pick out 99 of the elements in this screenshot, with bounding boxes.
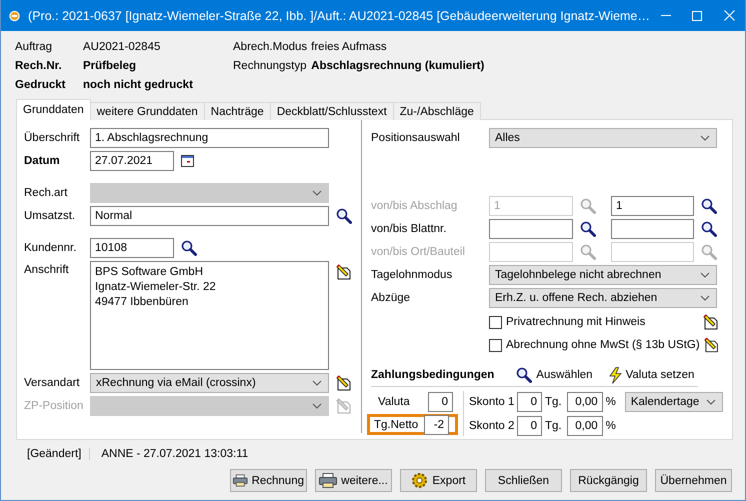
field-label: von/bis Abschlag xyxy=(371,200,458,212)
chevron-icon xyxy=(700,272,710,278)
tab[interactable]: Nachträge xyxy=(204,102,271,120)
checkbox[interactable] xyxy=(489,316,502,328)
checkbox-label[interactable]: Privatrechnung mit Hinweis xyxy=(506,316,699,328)
printer-icon xyxy=(233,473,248,488)
link-button[interactable]: Valuta setzen xyxy=(608,366,694,384)
printer-icon xyxy=(319,473,338,488)
edit-icon[interactable] xyxy=(704,337,719,353)
dialog-button[interactable]: Export xyxy=(400,469,477,492)
field-label: Abzüge xyxy=(371,292,412,304)
chevron-icon xyxy=(312,190,322,196)
dialog-button[interactable]: Rechnung xyxy=(230,469,307,492)
search-icon xyxy=(580,244,596,260)
window-title: (Pro.: 2021-0637 [Ignatz-Wiemeler-Straße 22, Ibb. ]/Auft.: AU2021-02845 [Gebäudeerweiterung Ignatz-Wieme… xyxy=(28,8,650,22)
info-value: freies Aufmass xyxy=(311,40,388,52)
search-icon[interactable] xyxy=(701,198,717,214)
field-label: Skonto 2 xyxy=(469,420,514,432)
dialog-button[interactable]: Übernehmen xyxy=(655,469,732,492)
info-value: AU2021-02845 xyxy=(83,40,162,52)
search-icon xyxy=(580,198,596,214)
chevron-icon xyxy=(706,398,716,404)
unit-label: Tg. xyxy=(545,396,562,408)
edit-icon[interactable] xyxy=(336,375,352,391)
field-label: Skonto 1 xyxy=(469,396,514,408)
checkbox-label[interactable]: Abrechnung ohne MwSt (§ 13b UStG) xyxy=(506,339,700,351)
dropdown[interactable]: xRechnung via eMail (crossinx) xyxy=(90,373,329,393)
dropdown[interactable]: Kalendertage xyxy=(624,392,723,412)
address-field[interactable]: BPS Software GmbH Ignatz-Wiemeler-Str. 22 49477 Ibbenbüren xyxy=(90,261,329,370)
tab[interactable]: Grunddaten xyxy=(16,99,91,120)
unit-label: % xyxy=(606,420,616,432)
section-title: Zahlungsbedingungen xyxy=(371,369,494,381)
number-field[interactable]: 0 xyxy=(517,416,542,436)
search-icon[interactable] xyxy=(701,221,717,237)
dropdown[interactable]: Alles xyxy=(489,128,717,148)
search-icon[interactable] xyxy=(181,240,197,256)
info-label: Abrech.Modus xyxy=(233,40,308,52)
dropdown[interactable]: Erh.Z. u. offene Rech. abziehen xyxy=(489,288,717,308)
info-label: Rech.Nr. xyxy=(15,60,63,72)
text-field[interactable]: 10108 xyxy=(90,238,174,258)
field-label: ZP-Position xyxy=(24,400,84,412)
field-label: Rech.art xyxy=(24,187,68,199)
search-icon[interactable] xyxy=(580,221,596,237)
field-label: Datum xyxy=(24,155,61,167)
chevron-icon xyxy=(312,380,322,386)
text-field[interactable]: 1. Abschlagsrechnung xyxy=(90,128,329,148)
edit-icon[interactable] xyxy=(703,314,719,330)
calendar-icon[interactable] xyxy=(181,155,194,167)
tab[interactable]: Deckblatt/Schlusstext xyxy=(270,102,394,120)
link-button[interactable]: Auswählen xyxy=(516,367,593,383)
status-text: [Geändert] xyxy=(16,448,90,460)
field-label: Versandart xyxy=(24,377,81,389)
field-label: Tagelohnmodus xyxy=(371,269,454,281)
info-label: Auftrag xyxy=(15,40,54,52)
field-label: Valuta xyxy=(378,396,411,408)
gear-icon xyxy=(411,472,428,489)
field-label: Positionsauswahl xyxy=(371,132,461,144)
info-value: Abschlagsrechnung (kumuliert) xyxy=(311,60,486,72)
dialog-button[interactable]: Schließen xyxy=(485,469,562,492)
edit-icon xyxy=(336,398,352,414)
number-field[interactable]: 0,00 xyxy=(566,392,603,412)
search-icon[interactable] xyxy=(516,367,532,383)
close-icon xyxy=(724,10,735,21)
maximize-icon xyxy=(692,10,702,20)
unit-label: % xyxy=(606,396,616,408)
field-label: Anschrift xyxy=(24,263,70,276)
text-field[interactable] xyxy=(611,219,694,239)
dialog-button[interactable]: Rückgängig xyxy=(570,469,647,492)
unit-label: Tg. xyxy=(545,420,562,432)
lightning-icon xyxy=(608,366,622,384)
field-label: Überschrift xyxy=(24,132,81,144)
tab[interactable]: weitere Grunddaten xyxy=(90,102,205,120)
checkbox[interactable] xyxy=(489,338,502,352)
chevron-icon xyxy=(312,403,322,409)
search-icon xyxy=(701,244,717,260)
chevron-icon xyxy=(700,295,710,301)
minimize-icon xyxy=(660,15,671,16)
info-label: Rechnungstyp xyxy=(233,60,308,72)
dialog-button[interactable]: weitere... xyxy=(315,469,392,492)
status-text: ANNE - 27.07.2021 13:03:11 xyxy=(100,448,250,460)
text-field[interactable]: 27.07.2021 xyxy=(90,151,174,171)
edit-icon[interactable] xyxy=(336,264,352,280)
number-field[interactable]: 0 xyxy=(428,392,453,412)
number-field[interactable]: -2 xyxy=(424,414,449,434)
text-field[interactable]: Normal xyxy=(90,206,329,226)
dropdown[interactable]: Tagelohnbelege nicht abrechnen xyxy=(489,265,717,285)
field-label: Kundennr. xyxy=(24,242,78,254)
chevron-icon xyxy=(700,135,710,141)
tab[interactable]: Zu-/Abschläge xyxy=(392,102,481,120)
info-value: Prüfbeleg xyxy=(83,60,138,72)
field-label: Umsatzst. xyxy=(24,210,76,222)
text-field[interactable] xyxy=(489,219,573,239)
number-field[interactable]: 0,00 xyxy=(566,416,603,436)
search-icon[interactable] xyxy=(336,208,352,224)
field-label: von/bis Blattnr. xyxy=(371,223,448,235)
field-label: von/bis Ort/Bauteil xyxy=(371,246,466,258)
info-label: Gedruckt xyxy=(15,78,66,90)
number-field[interactable]: 0 xyxy=(517,392,542,412)
info-value: noch nicht gedruckt xyxy=(83,78,194,90)
